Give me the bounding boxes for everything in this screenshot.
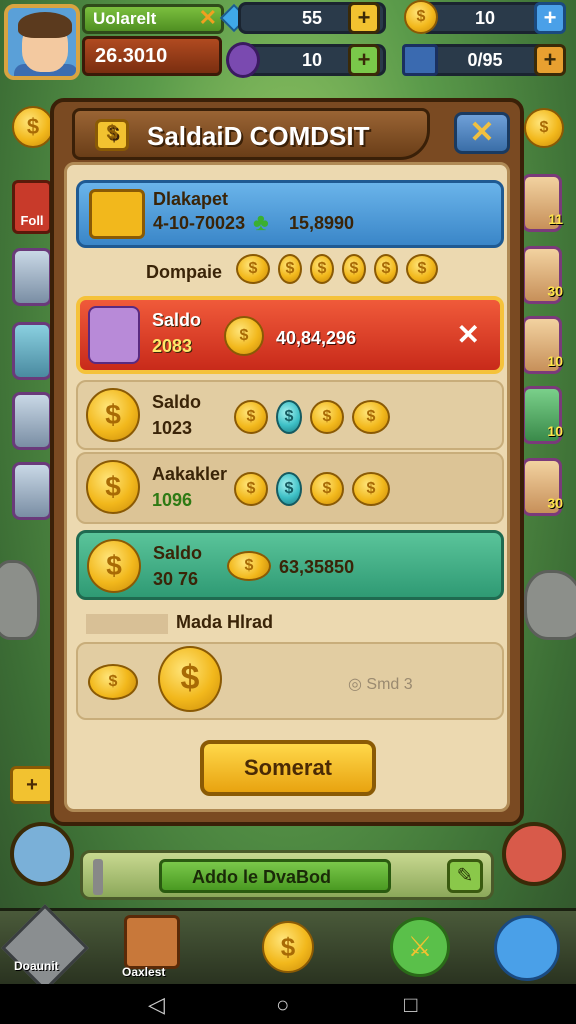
friend-avatar[interactable] xyxy=(10,822,74,886)
purple-bag-icon xyxy=(226,42,260,78)
submit-button[interactable]: Somerat xyxy=(200,740,376,796)
add-gems-button[interactable]: + xyxy=(348,2,380,34)
nav-item-shop[interactable] xyxy=(494,915,560,981)
player-name-plate: Uolarelt ✕ xyxy=(82,4,224,34)
panel-title: $ SaldaiD COMDSIT xyxy=(72,108,430,160)
section-bar xyxy=(86,614,168,634)
row-value: 15,8990 xyxy=(289,213,355,233)
deposit-coins: $ $ $ $ $ $ xyxy=(236,254,438,284)
add-bag-button[interactable]: + xyxy=(348,44,380,76)
side-card[interactable] xyxy=(12,462,52,520)
add-chest-button[interactable]: + xyxy=(534,44,566,76)
close-button[interactable]: ✕ xyxy=(454,112,510,154)
coin-stack: $ $ $ $ xyxy=(234,472,390,506)
coin-icon: $ xyxy=(342,254,366,284)
nav-item-sword[interactable]: ⚔ xyxy=(390,917,450,977)
balance-row-blue[interactable]: Dlakapet 4-10-70023 ♣ 15,8990 xyxy=(76,180,504,248)
row-value: 40,84,296 xyxy=(276,328,357,348)
player-avatar[interactable] xyxy=(4,4,80,80)
add-bar: Addo le DvaBod ✎ xyxy=(80,850,494,900)
coin-box-icon: $ xyxy=(95,119,129,151)
add-button[interactable]: Addo le DvaBod xyxy=(159,859,391,893)
player-score: 26.3010 xyxy=(82,36,222,76)
row-value: 4-10-70023 xyxy=(153,213,246,233)
recents-icon[interactable]: □ xyxy=(404,992,417,1018)
coin-icon: $ xyxy=(88,664,138,700)
row-amount: 1096 xyxy=(152,490,193,510)
player-name: Uolarelt xyxy=(93,9,157,28)
section-label: Mada Hlrad xyxy=(176,612,274,632)
nav-label: Doaunit xyxy=(14,959,59,973)
row-amount: 30 76 xyxy=(153,569,199,589)
balance-row-selected[interactable]: Saldo 2083 $ 40,84,296 ✕ xyxy=(76,296,504,374)
background-rock xyxy=(524,570,576,640)
nav-item-home[interactable] xyxy=(1,904,89,992)
side-coin-icon[interactable]: $ xyxy=(12,106,54,148)
coins-counter: 10 xyxy=(420,2,550,34)
side-card[interactable]: 10 xyxy=(522,316,563,374)
top-hud: Uolarelt ✕ 26.3010 55 + 10 $ + 10 + 0/95… xyxy=(0,0,576,90)
nav-coin-icon[interactable]: $ xyxy=(262,921,314,973)
coin-preview-box: $ $ ◎ Smd 3 xyxy=(76,642,504,720)
dollar-coin-icon: $ xyxy=(86,388,140,442)
chest-icon xyxy=(402,44,438,76)
back-icon[interactable]: ◁ xyxy=(148,992,165,1018)
gold-bars-icon xyxy=(89,189,145,239)
bottom-nav: Doaunit Oaxlest $ ⚔ xyxy=(0,904,576,992)
side-card[interactable]: 10 xyxy=(522,386,563,444)
side-card[interactable] xyxy=(12,322,52,380)
deposit-label: Dompaie xyxy=(146,262,223,282)
close-icon[interactable]: ✕ xyxy=(457,318,480,351)
row-amount: 1023 xyxy=(152,418,193,438)
system-nav-bar: ◁ ○ □ xyxy=(0,984,576,1024)
side-card[interactable]: 30 xyxy=(522,458,563,516)
side-card[interactable]: 11 xyxy=(522,174,563,232)
coin-icon: $ xyxy=(278,254,302,284)
row-label: Aakakler xyxy=(152,464,228,484)
side-card[interactable] xyxy=(12,392,52,450)
deposit-panel: $ SaldaiD COMDSIT ✕ Dlakapet 4-10-70023 … xyxy=(50,98,524,826)
side-coin-icon[interactable]: $ xyxy=(524,108,564,148)
nav-label: Oaxlest xyxy=(122,965,166,979)
nav-item-character[interactable] xyxy=(124,915,180,969)
side-badge-label: Foll xyxy=(20,213,44,228)
dollar-coin-icon: $ xyxy=(87,539,141,593)
coin-icon: $ xyxy=(227,551,271,581)
balance-row[interactable]: $ Saldo 1023 $ $ $ $ xyxy=(76,380,504,450)
small-label: ◎ Smd 3 xyxy=(348,676,413,693)
coin-icon: $ xyxy=(236,254,270,284)
home-icon[interactable]: ○ xyxy=(276,992,289,1018)
edit-button[interactable]: ✎ xyxy=(447,859,483,893)
dollar-coin-icon: $ xyxy=(86,460,140,514)
side-arrow-button[interactable]: + xyxy=(10,766,54,804)
add-coins-button[interactable]: + xyxy=(534,2,566,34)
balance-row[interactable]: $ Aakakler 1096 $ $ $ $ xyxy=(76,452,504,524)
row-label: Saldo xyxy=(153,543,203,563)
side-badge[interactable]: Foll xyxy=(12,180,52,234)
coin-icon: $ xyxy=(310,254,334,284)
chest-counter: 0/95 xyxy=(420,44,550,76)
big-coin-icon: $ xyxy=(158,646,222,712)
coin-icon: $ xyxy=(224,316,264,356)
row-label: Saldo xyxy=(152,310,202,330)
clover-icon: ♣ xyxy=(253,209,269,236)
row-label: Dlakapet xyxy=(153,189,229,209)
close-icon[interactable]: ✕ xyxy=(199,5,217,31)
coin-stack: $ $ $ $ xyxy=(234,400,390,434)
row-value: 63,35850 xyxy=(279,557,355,577)
balance-row-teal[interactable]: $ Saldo 30 76 $ 63,35850 xyxy=(76,530,504,600)
side-card[interactable]: 30 xyxy=(522,246,563,304)
coin-icon: $ xyxy=(374,254,398,284)
row-amount: 2083 xyxy=(152,336,193,356)
character-portrait xyxy=(88,306,140,364)
side-card[interactable] xyxy=(12,248,52,306)
torch-icon xyxy=(93,859,103,895)
row-label: Saldo xyxy=(152,392,202,412)
gold-coin-icon: $ xyxy=(404,0,438,34)
friend-avatar[interactable] xyxy=(502,822,566,886)
coin-icon: $ xyxy=(406,254,438,284)
